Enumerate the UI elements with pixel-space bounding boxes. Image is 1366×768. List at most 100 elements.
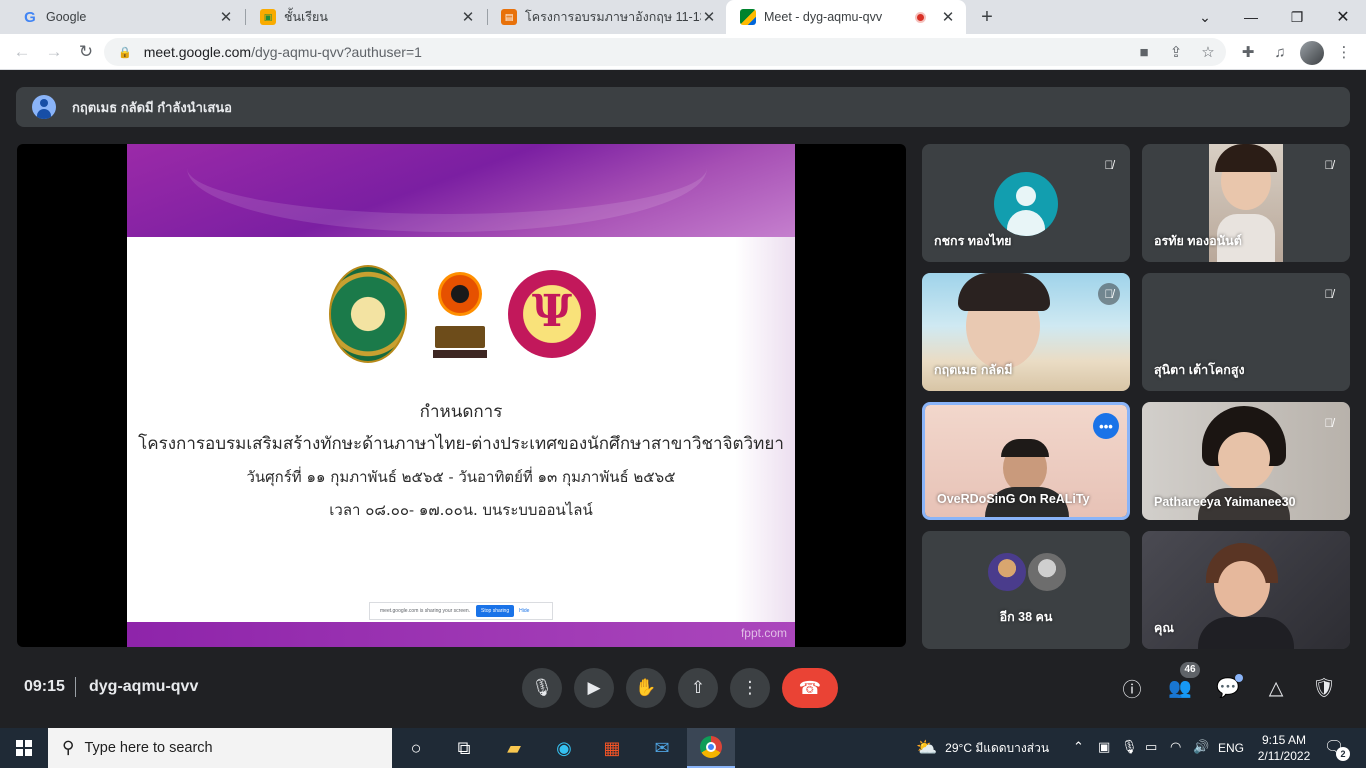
participant-name: คุณ — [1154, 621, 1174, 635]
presenting-text: กฤตเมธ กลัดมี กำลังนำเสนอ — [72, 99, 232, 115]
meet-tray-icon[interactable]: ▣ — [1098, 739, 1110, 755]
microphone-button[interactable]: 🎙 — [522, 668, 562, 708]
menu-icon[interactable]: ⋮ — [1332, 40, 1356, 64]
stop-sharing-button[interactable]: Stop sharing — [476, 605, 515, 617]
new-tab-button[interactable]: + — [976, 6, 998, 28]
participant-tile[interactable]: 🎙̸ สุนิตา เต้าโคกสูง — [1142, 273, 1350, 391]
others-tile[interactable]: อีก 38 คน — [922, 531, 1130, 649]
close-icon[interactable]: ✕ — [701, 8, 717, 26]
presenting-banner: กฤตเมธ กลัดมี กำลังนำเสนอ — [16, 87, 1350, 127]
participant-tile-active[interactable]: ••• OveRDoSinG On ReALiTy — [922, 402, 1130, 520]
raise-hand-button[interactable]: ✋ — [626, 668, 666, 708]
share-icon[interactable]: ⇪ — [1164, 40, 1188, 64]
meeting-code: dyg-aqmu-qvv — [89, 678, 199, 695]
camera-in-use-icon[interactable]: ■ — [1132, 40, 1156, 64]
cortana-icon[interactable]: ○ — [392, 728, 440, 768]
camera-button[interactable]: ▶ — [574, 668, 614, 708]
mic-off-icon: 🎙̸ — [1324, 416, 1334, 430]
participant-tile[interactable]: 🎙̸ Pathareeya Yaimanee30 — [1142, 402, 1350, 520]
back-button[interactable]: ← — [10, 40, 34, 64]
activities-icon[interactable]: △ — [1261, 673, 1291, 703]
person-icon — [32, 95, 56, 119]
weather-widget[interactable]: ⛅ 29°C มีแดดบางส่วน — [916, 728, 1049, 768]
search-placeholder: Type here to search — [84, 740, 213, 756]
bookmark-star-icon[interactable]: ☆ — [1196, 40, 1220, 64]
hand-icon: ✋ — [635, 678, 657, 697]
profile-avatar[interactable] — [1300, 41, 1324, 65]
present-button[interactable]: ⇧ — [678, 668, 718, 708]
notification-center-button[interactable]: 🗨 2 — [1324, 737, 1350, 761]
address-bar[interactable]: 🔒 meet.google.com/dyg-aqmu-qvv?authuser=… — [104, 38, 1226, 66]
more-vert-icon: ⋮ — [741, 678, 759, 697]
tab-google[interactable]: G Google ✕ — [8, 0, 244, 34]
microphone-tray-icon[interactable]: 🎙 — [1121, 739, 1138, 755]
close-icon[interactable]: ✕ — [460, 8, 476, 26]
task-view-icon[interactable]: ⧉ — [440, 728, 488, 768]
participant-name: Pathareeya Yaimanee30 — [1154, 495, 1296, 509]
wifi-icon[interactable]: ◠ — [1170, 739, 1181, 755]
leave-call-button[interactable]: ☎ — [782, 668, 838, 708]
tab-meet[interactable]: Meet - dyg-aqmu-qvv ✕ — [726, 0, 966, 34]
participant-name: OveRDoSinG On ReALiTy — [937, 492, 1090, 506]
tab-classroom[interactable]: ▣ ชั้นเรียน ✕ — [246, 0, 486, 34]
tab-title: ชั้นเรียน — [284, 10, 328, 24]
start-button[interactable] — [0, 728, 48, 768]
more-options-button[interactable]: ⋮ — [730, 668, 770, 708]
weather-icon: ⛅ — [916, 738, 938, 757]
mail-icon[interactable]: ✉ — [638, 728, 686, 768]
share-notice-text: meet.google.com is sharing your screen. — [380, 608, 471, 614]
close-icon[interactable]: ✕ — [218, 8, 234, 26]
slide-header-band — [127, 144, 795, 237]
media-control-icon[interactable]: ♫ — [1268, 40, 1292, 64]
tab-strip: G Google ✕ ▣ ชั้นเรียน ✕ ▤ โครงการอบรมภา… — [0, 0, 1366, 34]
host-controls-icon[interactable]: 🛡 — [1309, 673, 1339, 703]
file-explorer-icon[interactable]: ▰ — [490, 728, 538, 768]
microphone-icon: 🎙 — [531, 678, 553, 697]
forward-button[interactable]: → — [42, 40, 66, 64]
close-icon[interactable]: ✕ — [940, 8, 956, 26]
mic-off-icon: 🎙̸ — [1098, 283, 1120, 305]
chat-notification-dot — [1235, 674, 1243, 682]
participant-tile[interactable]: 🎙̸ อรทัย ทองอนันต์ — [1142, 144, 1350, 262]
tab-search-icon[interactable]: ⌄ — [1182, 0, 1228, 34]
psychology-logo: Ψ — [508, 270, 596, 358]
slide-brand: fppt.com — [740, 626, 787, 640]
screen-share-notice: meet.google.com is sharing your screen. … — [369, 602, 553, 620]
chrome-taskbar-icon[interactable] — [687, 728, 735, 768]
url-host: meet.google.com — [143, 44, 252, 60]
chrome-icon — [700, 736, 722, 758]
hang-up-icon: ☎ — [798, 677, 822, 698]
self-tile[interactable]: คุณ — [1142, 531, 1350, 649]
meeting-details-icon[interactable]: ⓘ — [1117, 673, 1147, 703]
participant-name: กฤตเมธ กลัดมี — [934, 363, 1013, 377]
mic-off-icon: 🎙̸ — [1104, 158, 1114, 172]
weather-text: 29°C มีแดดบางส่วน — [945, 740, 1050, 755]
university-logo — [329, 265, 407, 363]
participant-tile[interactable]: 🎙̸ กชกร ทองไทย — [922, 144, 1130, 262]
tab-forms[interactable]: ▤ โครงการอบรมภาษาอังกฤษ 11-13 ก.พ. ✕ — [487, 0, 727, 34]
minimize-button[interactable]: — — [1228, 0, 1274, 34]
tab-title: โครงการอบรมภาษาอังกฤษ 11-13 ก.พ. — [525, 10, 701, 24]
avatar — [1026, 551, 1068, 593]
edge-icon[interactable]: ◉ — [540, 728, 588, 768]
close-window-button[interactable]: ✕ — [1320, 0, 1366, 34]
more-options-icon[interactable]: ••• — [1093, 413, 1119, 439]
faculty-of-education-logo — [433, 268, 487, 360]
presentation-stage[interactable]: Ψ กำหนดการ โครงการอบรมเสริมสร้างทักษะด้า… — [17, 144, 906, 647]
store-icon[interactable]: ▦ — [588, 728, 636, 768]
language-indicator[interactable]: ENG — [1218, 728, 1244, 768]
meet-window: กฤตเมธ กลัดมี กำลังนำเสนอ Ψ กำหนดการ โคร… — [0, 71, 1366, 728]
meet-control-bar: 09:15 dyg-aqmu-qvv 🎙 ▶ ✋ ⇧ ⋮ ☎ ⓘ 👥 46 💬 … — [0, 659, 1366, 728]
taskbar-search[interactable]: ⚲ Type here to search — [48, 728, 392, 768]
chevron-up-icon[interactable]: ⌃ — [1073, 739, 1084, 755]
volume-icon[interactable]: 🔊 — [1193, 739, 1209, 755]
hide-button[interactable]: Hide — [519, 608, 529, 614]
taskbar-clock[interactable]: 9:15 AM 2/11/2022 — [1254, 728, 1314, 768]
restore-button[interactable]: ❐ — [1274, 0, 1320, 34]
reload-button[interactable]: ↻ — [74, 40, 98, 64]
participant-name: กชกร ทองไทย — [934, 234, 1012, 248]
participant-name: อรทัย ทองอนันต์ — [1154, 234, 1242, 248]
battery-icon[interactable]: ▭ — [1145, 739, 1157, 755]
participant-tile[interactable]: 🎙̸ กฤตเมธ กลัดมี — [922, 273, 1130, 391]
extensions-icon[interactable]: ✚ — [1236, 40, 1260, 64]
